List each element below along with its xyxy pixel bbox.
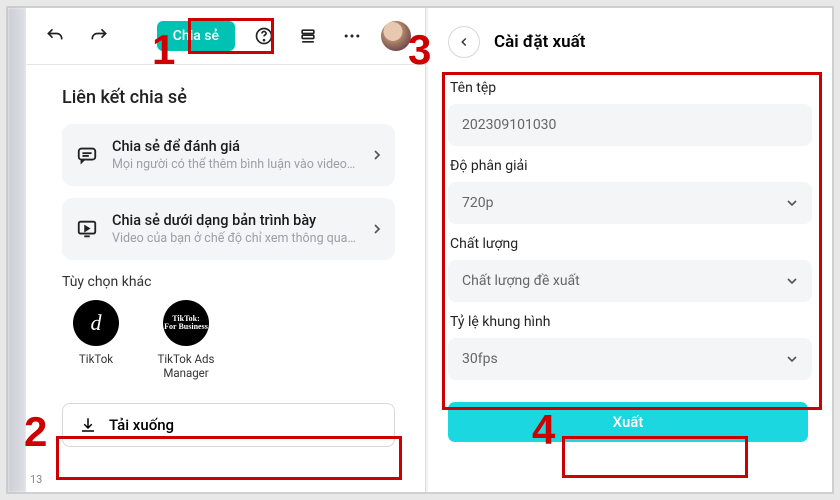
resolution-label: Độ phân giải xyxy=(450,158,812,174)
chevron-down-icon xyxy=(784,195,800,211)
chevron-down-icon xyxy=(784,351,800,367)
presentation-icon xyxy=(76,218,98,240)
filename-input[interactable] xyxy=(462,117,798,133)
filename-field[interactable] xyxy=(448,104,812,146)
download-label: Tải xuống xyxy=(109,416,174,434)
help-icon[interactable] xyxy=(249,21,279,51)
share-heading: Liên kết chia sẻ xyxy=(62,87,395,108)
chevron-right-icon xyxy=(369,147,385,163)
export-button[interactable]: Xuất xyxy=(448,402,808,442)
chevron-down-icon xyxy=(784,273,800,289)
share-tiktok-ads-tile[interactable]: TikTok:For Business TikTok Ads Manager xyxy=(152,300,220,381)
resolution-select[interactable]: 720p xyxy=(448,182,812,224)
timecode: 13 xyxy=(30,473,42,486)
topbar: Chia sẻ xyxy=(26,8,425,64)
tiktok-icon: d xyxy=(73,300,119,346)
comment-icon xyxy=(76,144,98,166)
fps-value: 30fps xyxy=(462,351,498,367)
share-for-review-option[interactable]: Chia sẻ để đánh giá Mọi người có thể thê… xyxy=(62,124,395,186)
export-settings-panel: Cài đặt xuất Tên tệp Độ phân giải 720p C… xyxy=(428,8,832,492)
fps-select[interactable]: 30fps xyxy=(448,338,812,380)
share-tiktok-tile[interactable]: d TikTok xyxy=(62,300,130,381)
chevron-right-icon xyxy=(369,221,385,237)
option-subtitle: Mọi người có thể thêm bình luận vào vide… xyxy=(112,157,381,172)
quality-select[interactable]: Chất lượng đề xuất xyxy=(448,260,812,302)
tiktok-ads-icon: TikTok:For Business xyxy=(163,300,209,346)
option-title: Chia sẻ để đánh giá xyxy=(112,138,381,155)
layers-icon[interactable] xyxy=(293,21,323,51)
tile-label: TikTok xyxy=(62,352,130,366)
back-button[interactable] xyxy=(448,26,480,58)
tile-label: TikTok Ads Manager xyxy=(152,352,220,381)
download-button[interactable]: Tải xuống xyxy=(62,403,395,447)
other-options-heading: Tùy chọn khác xyxy=(62,274,395,290)
download-icon xyxy=(79,416,97,434)
filename-label: Tên tệp xyxy=(450,80,812,96)
share-panel: Chia sẻ Liên kết chia sẻ Chia sẻ để đánh… xyxy=(26,8,426,492)
share-as-presentation-option[interactable]: Chia sẻ dưới dạng bản trình bày Video củ… xyxy=(62,198,395,260)
more-icon[interactable] xyxy=(337,21,367,51)
undo-button[interactable] xyxy=(40,21,70,51)
fps-label: Tỷ lệ khung hình xyxy=(450,314,812,330)
redo-button[interactable] xyxy=(84,21,114,51)
option-subtitle: Video của bạn ở chế độ chỉ xem thông qua… xyxy=(112,231,381,246)
option-title: Chia sẻ dưới dạng bản trình bày xyxy=(112,212,381,229)
avatar[interactable] xyxy=(381,21,411,51)
export-settings-title: Cài đặt xuất xyxy=(494,32,585,52)
share-button[interactable]: Chia sẻ xyxy=(157,21,235,51)
quality-label: Chất lượng xyxy=(450,236,812,252)
quality-value: Chất lượng đề xuất xyxy=(462,273,580,289)
resolution-value: 720p xyxy=(462,195,493,211)
